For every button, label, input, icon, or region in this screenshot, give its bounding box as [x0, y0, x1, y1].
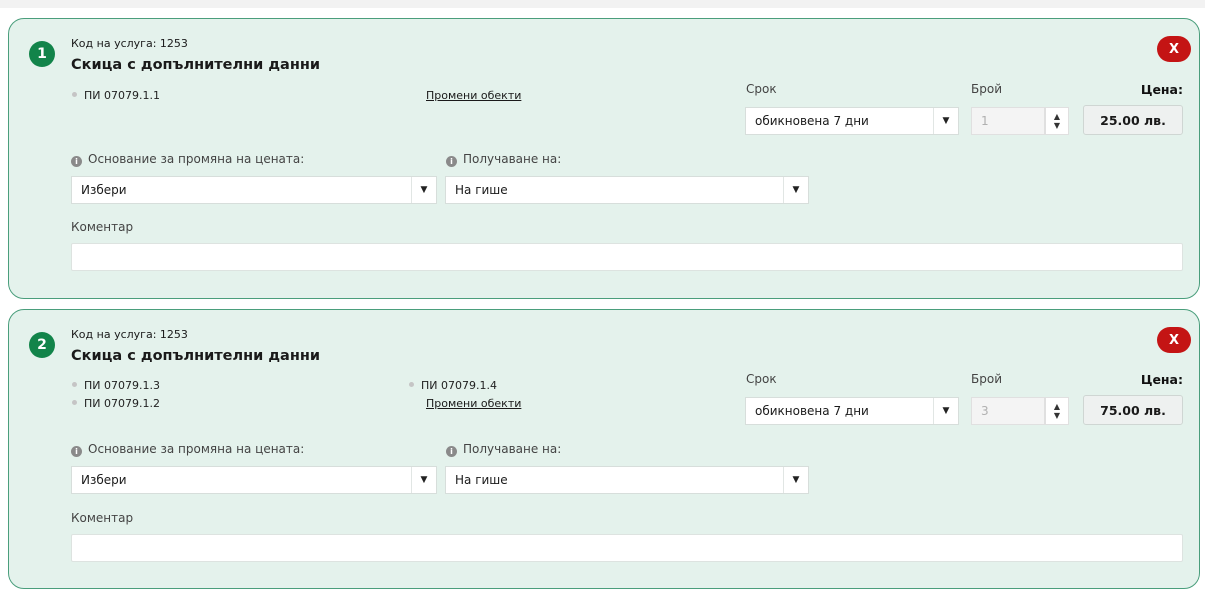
- info-icon: i: [446, 156, 457, 167]
- receive-select[interactable]: На гише ▼: [445, 176, 809, 204]
- remove-service-button[interactable]: X: [1157, 36, 1191, 62]
- service-code: Код на услуга: 1253: [71, 37, 188, 50]
- comment-label: Коментар: [71, 511, 134, 525]
- object-item: ПИ 07079.1.2: [72, 397, 160, 410]
- service-card-1: 1 Код на услуга: 1253 Скица с допълнител…: [8, 18, 1200, 299]
- price-basis-label: i Основание за промяна на цената:: [71, 442, 304, 457]
- count-label: Брой: [971, 82, 1002, 96]
- price-label: Цена:: [1140, 82, 1183, 97]
- price-basis-label-text: Основание за промяна на цената:: [88, 442, 305, 456]
- price-value: 75.00 лв.: [1083, 395, 1183, 425]
- receive-select-value: На гише: [455, 183, 508, 197]
- service-number-badge: 2: [29, 332, 55, 358]
- receive-select[interactable]: На гише ▼: [445, 466, 809, 494]
- term-select-value: обикновена 7 дни: [755, 404, 869, 418]
- term-label: Срок: [746, 82, 777, 96]
- service-card-2: 2 Код на услуга: 1253 Скица с допълнител…: [8, 309, 1200, 589]
- service-title: Скица с допълнителни данни: [71, 348, 321, 364]
- price-basis-select[interactable]: Избери ▼: [71, 466, 437, 494]
- service-code: Код на услуга: 1253: [71, 328, 188, 341]
- receive-label-text: Получаване на:: [463, 152, 562, 166]
- term-select[interactable]: обикновена 7 дни ▼: [745, 107, 959, 135]
- chevron-down-icon[interactable]: ▼: [783, 177, 808, 203]
- service-number-badge: 1: [29, 41, 55, 67]
- price-basis-select[interactable]: Избери ▼: [71, 176, 437, 204]
- term-select[interactable]: обикновена 7 дни ▼: [745, 397, 959, 425]
- remove-service-button[interactable]: X: [1157, 327, 1191, 353]
- comment-field[interactable]: [71, 534, 1183, 562]
- receive-select-value: На гише: [455, 473, 508, 487]
- object-item: ПИ 07079.1.1: [72, 89, 160, 102]
- term-select-value: обикновена 7 дни: [755, 114, 869, 128]
- object-item: ПИ 07079.1.4: [409, 379, 497, 392]
- chevron-down-icon[interactable]: ▼: [783, 467, 808, 493]
- count-stepper[interactable]: ▲ ▼: [1045, 107, 1069, 135]
- info-icon: i: [71, 446, 82, 457]
- count-input[interactable]: 3: [971, 397, 1045, 425]
- price-basis-select-value: Избери: [81, 183, 127, 197]
- count-input[interactable]: 1: [971, 107, 1045, 135]
- stepper-down-icon[interactable]: ▼: [1054, 121, 1060, 130]
- stepper-up-icon[interactable]: ▲: [1054, 112, 1060, 121]
- price-label: Цена:: [1140, 372, 1183, 387]
- info-icon: i: [71, 156, 82, 167]
- stepper-up-icon[interactable]: ▲: [1054, 402, 1060, 411]
- chevron-down-icon[interactable]: ▼: [933, 108, 958, 134]
- comment-field[interactable]: [71, 243, 1183, 271]
- chevron-down-icon[interactable]: ▼: [411, 467, 436, 493]
- top-strip: [0, 0, 1205, 8]
- price-basis-label: i Основание за промяна на цената:: [71, 152, 304, 167]
- comment-label: Коментар: [71, 220, 134, 234]
- term-label: Срок: [746, 372, 777, 386]
- stepper-down-icon[interactable]: ▼: [1054, 411, 1060, 420]
- price-basis-label-text: Основание за промяна на цената:: [88, 152, 305, 166]
- object-item: ПИ 07079.1.3: [72, 379, 160, 392]
- info-icon: i: [446, 446, 457, 457]
- receive-label-text: Получаване на:: [463, 442, 562, 456]
- service-title: Скица с допълнителни данни: [71, 57, 321, 73]
- price-value: 25.00 лв.: [1083, 105, 1183, 135]
- receive-label: i Получаване на:: [446, 152, 561, 167]
- count-label: Брой: [971, 372, 1002, 386]
- receive-label: i Получаване на:: [446, 442, 561, 457]
- chevron-down-icon[interactable]: ▼: [411, 177, 436, 203]
- count-stepper[interactable]: ▲ ▼: [1045, 397, 1069, 425]
- change-objects-link[interactable]: Промени обекти: [426, 397, 521, 410]
- price-basis-select-value: Избери: [81, 473, 127, 487]
- change-objects-link[interactable]: Промени обекти: [426, 89, 521, 102]
- chevron-down-icon[interactable]: ▼: [933, 398, 958, 424]
